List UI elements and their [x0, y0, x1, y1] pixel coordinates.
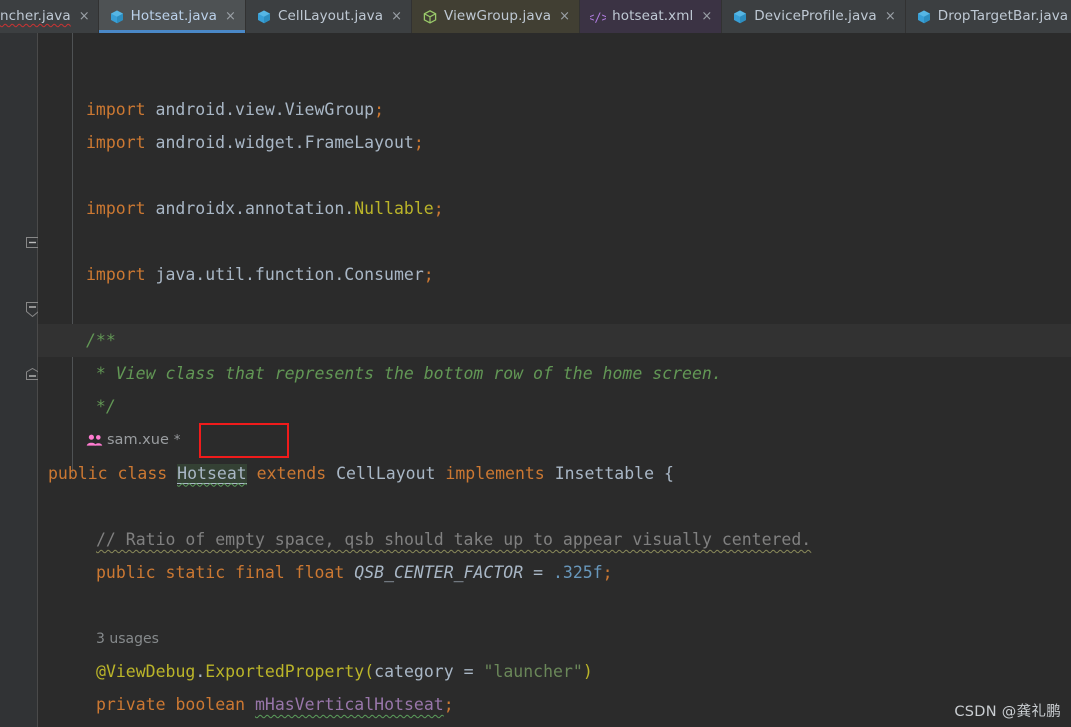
import-class: Consumer: [344, 265, 424, 284]
tab-close-icon[interactable]: ×: [559, 10, 570, 23]
field-modifiers: public static final: [96, 563, 285, 582]
code-line-import-nullable[interactable]: import androidx.annotation. Nullable;: [38, 192, 1071, 225]
tab-label: Hotseat.java: [130, 8, 218, 24]
editor-tab-hotseat-xml[interactable]: </> hotseat.xml ×: [580, 0, 723, 33]
field-type: float: [294, 563, 345, 582]
field-value: .325f: [553, 563, 603, 582]
editor-tab-launcher-java[interactable]: ncher.java ×: [0, 0, 99, 33]
import-class: ViewGroup: [284, 100, 375, 119]
annotation-at: @: [96, 662, 106, 681]
usages-hint-3[interactable]: 3 usages: [96, 625, 159, 653]
code-editor[interactable]: import android.view. ViewGroup; import an…: [0, 33, 1071, 727]
keyword-implements: implements: [445, 464, 545, 483]
interface-name[interactable]: Insettable: [555, 464, 654, 483]
annotation-eq: =: [453, 662, 484, 681]
code-line-import-viewgroup[interactable]: import android.view. ViewGroup;: [38, 93, 1071, 126]
editor-gutter[interactable]: [0, 33, 39, 727]
field-name-qsb-center-factor[interactable]: QSB_CENTER_FACTOR: [354, 563, 523, 582]
keyword-boolean: boolean: [175, 695, 246, 714]
author-name: sam.xue: [107, 432, 169, 448]
tab-close-icon[interactable]: ×: [225, 10, 236, 23]
tab-close-icon[interactable]: ×: [701, 10, 712, 23]
tab-label: ViewGroup.java: [444, 8, 552, 24]
import-package: androidx.annotation.: [155, 199, 355, 218]
code-line-javadoc-body[interactable]: * View class that represents the bottom …: [38, 357, 1071, 390]
keyword-import: import: [86, 133, 156, 152]
tab-label: DropTargetBar.java: [937, 8, 1069, 24]
semicolon: ;: [433, 199, 444, 218]
tab-label: ncher.java: [0, 8, 71, 24]
code-line-javadoc-open[interactable]: /**: [38, 324, 1071, 357]
editor-tab-celllayout-java[interactable]: CellLayout.java ×: [246, 0, 413, 33]
semicolon: ;: [423, 265, 434, 284]
javadoc-close: */: [86, 397, 116, 416]
code-line-viewdebug-annotation[interactable]: @ ViewDebug. ExportedProperty(category = "…: [38, 655, 1071, 688]
code-line-class-declaration[interactable]: public class Hotseat extends CellLayout …: [38, 457, 1071, 490]
java-class-icon: [732, 9, 748, 25]
keyword-public: public: [48, 464, 108, 483]
javadoc-text: * View class that represents the bottom …: [86, 364, 722, 383]
usages-label: 3 usages: [96, 631, 159, 647]
java-class-icon: [916, 9, 932, 25]
xml-file-icon: </>: [587, 9, 609, 25]
open-brace: {: [663, 464, 674, 483]
semicolon: ;: [602, 563, 613, 582]
library-class-icon: [422, 9, 438, 25]
comment-text: // Ratio of empty space, qsb should take…: [96, 530, 812, 549]
code-line-import-framelayout[interactable]: import android.widget. FrameLayout;: [38, 126, 1071, 159]
code-line-import-consumer[interactable]: import java.util.function. Consumer;: [38, 258, 1071, 291]
keyword-extends: extends: [256, 464, 327, 483]
editor-tab-hotseat-java[interactable]: Hotseat.java ×: [98, 0, 246, 33]
code-text-area[interactable]: import android.view. ViewGroup; import an…: [38, 33, 1071, 727]
javadoc-open: /**: [86, 331, 116, 350]
import-package: android.view.: [155, 100, 285, 119]
import-class: FrameLayout: [304, 133, 414, 152]
highlight-box-hotseat: [199, 423, 289, 458]
annotation-arg-name: category: [374, 662, 454, 681]
tab-close-icon[interactable]: ×: [885, 10, 896, 23]
svg-text:</>: </>: [590, 10, 606, 24]
annotation-arg-value: "launcher": [483, 662, 583, 681]
assign-operator: =: [533, 563, 544, 582]
tab-close-icon[interactable]: ×: [391, 10, 402, 23]
keyword-class: class: [117, 464, 168, 483]
annotation-paren-close: ): [582, 662, 593, 681]
editor-tab-deviceprofile-java[interactable]: DeviceProfile.java ×: [722, 0, 906, 33]
tab-label: CellLayout.java: [277, 8, 384, 24]
keyword-import: import: [86, 199, 156, 218]
code-line-javadoc-close[interactable]: */: [38, 390, 1071, 423]
java-class-icon: [256, 9, 272, 25]
code-line-mhasverticalhotseat[interactable]: private boolean mHasVerticalHotseat;: [38, 688, 1071, 721]
import-package: android.widget.: [155, 133, 305, 152]
field-name-mhasverticalhotseat[interactable]: mHasVerticalHotseat: [255, 695, 444, 714]
semicolon: ;: [443, 695, 454, 714]
editor-tab-viewgroup-java[interactable]: ViewGroup.java ×: [412, 0, 581, 33]
keyword-import: import: [86, 265, 156, 284]
import-class: Nullable: [354, 199, 434, 218]
semicolon: ;: [413, 133, 424, 152]
code-author-inlay-hint[interactable]: sam.xue *: [86, 426, 180, 454]
semicolon: ;: [374, 100, 385, 119]
keyword-private: private: [96, 695, 166, 714]
people-icon: [86, 433, 104, 447]
annotation-member: ExportedProperty: [205, 662, 365, 681]
modified-marker: *: [173, 432, 181, 448]
tab-label: DeviceProfile.java: [754, 8, 877, 24]
tab-close-icon[interactable]: ×: [79, 10, 90, 23]
import-package: java.util.function.: [155, 265, 345, 284]
annotation-class: ViewDebug: [105, 662, 196, 681]
editor-tab-bar[interactable]: ncher.java × Hotseat.java × CellLayout.j…: [0, 0, 1071, 33]
code-line-qsb-center-factor[interactable]: public static final float QSB_CENTER_FAC…: [38, 556, 1071, 589]
code-line-qsb-comment[interactable]: // Ratio of empty space, qsb should take…: [38, 523, 1071, 556]
annotation-dot: .: [195, 662, 206, 681]
annotation-paren-open: (: [364, 662, 375, 681]
java-class-icon: [109, 9, 125, 25]
keyword-import: import: [86, 100, 156, 119]
class-name-hotseat[interactable]: Hotseat: [177, 463, 247, 484]
superclass-name[interactable]: CellLayout: [336, 464, 435, 483]
tab-label: hotseat.xml: [612, 8, 694, 24]
ide-window: ncher.java × Hotseat.java × CellLayout.j…: [0, 0, 1071, 727]
editor-tab-droptargetbar-java[interactable]: DropTargetBar.java ×: [906, 0, 1071, 33]
watermark: CSDN @龚礼鹏: [954, 704, 1061, 720]
